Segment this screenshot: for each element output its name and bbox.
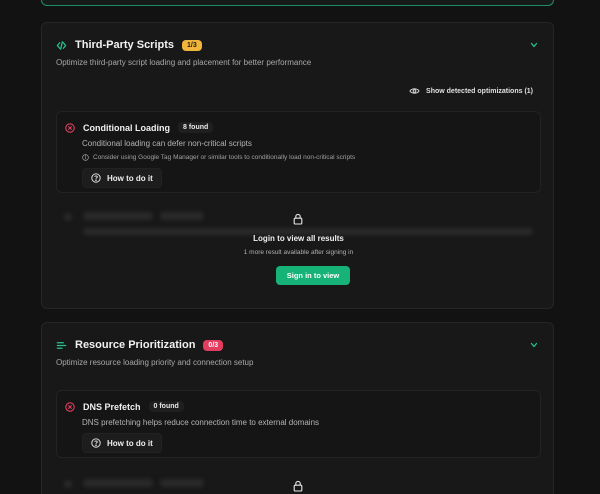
how-to-label: How to do it (107, 173, 153, 183)
info-icon (82, 154, 89, 161)
check-dns-prefetch: DNS Prefetch 0 found DNS prefetching hel… (56, 390, 541, 458)
blurred-placeholder (83, 479, 153, 487)
list-icon (56, 341, 67, 349)
check-description: Conditional loading can defer non-critic… (82, 139, 252, 148)
blurred-placeholder (160, 212, 204, 220)
blurred-placeholder (64, 480, 72, 488)
section-resource-prioritization: Resource Prioritization 0/3 Optimize res… (41, 322, 554, 494)
chevron-down-icon[interactable] (529, 340, 539, 350)
section-header[interactable]: Third-Party Scripts 1/3 (56, 37, 202, 53)
help-circle-icon (91, 173, 101, 183)
lock-icon (293, 480, 303, 492)
check-title: Conditional Loading (83, 122, 170, 133)
check-tip-text: Consider using Google Tag Manager or sim… (93, 154, 356, 161)
blurred-placeholder (160, 479, 204, 487)
login-title: Login to view all results (253, 234, 344, 243)
section-title: Third-Party Scripts (75, 39, 175, 51)
chevron-down-icon[interactable] (529, 40, 539, 50)
section-description: Optimize resource loading priority and c… (56, 358, 254, 367)
sign-in-button[interactable]: Sign in to view (276, 266, 350, 285)
score-badge: 1/3 (182, 39, 202, 51)
x-circle-icon (65, 401, 75, 412)
section-description: Optimize third-party script loading and … (56, 58, 312, 67)
found-count-badge: 8 found (178, 122, 214, 133)
score-badge: 0/3 (203, 339, 224, 351)
section-third-party-scripts: Third-Party Scripts 1/3 Optimize third-p… (41, 22, 554, 309)
show-detected-toggle[interactable]: Show detected optimizations (1) (409, 87, 533, 95)
section-header[interactable]: Resource Prioritization 0/3 (56, 337, 224, 353)
blurred-placeholder (83, 212, 153, 220)
how-to-do-it-button[interactable]: How to do it (82, 433, 162, 453)
code-icon (56, 40, 67, 50)
check-conditional-loading: Conditional Loading 8 found Conditional … (56, 111, 541, 193)
found-count-badge: 0 found (148, 401, 184, 412)
section-title: Resource Prioritization (75, 339, 196, 351)
previous-section-edge (41, 0, 554, 6)
how-to-do-it-button[interactable]: How to do it (82, 168, 162, 188)
lock-icon (293, 213, 303, 225)
check-tip: Consider using Google Tag Manager or sim… (82, 154, 355, 161)
check-title: DNS Prefetch (83, 401, 141, 412)
check-description: DNS prefetching helps reduce connection … (82, 418, 320, 427)
locked-results (56, 470, 541, 494)
show-detected-label: Show detected optimizations (1) (426, 87, 533, 95)
locked-results: Login to view all results 1 more result … (56, 203, 541, 303)
help-circle-icon (91, 438, 101, 448)
blurred-placeholder (64, 213, 72, 221)
how-to-label: How to do it (107, 438, 153, 448)
login-subtitle: 1 more result available after signing in (243, 249, 354, 256)
x-circle-icon (65, 122, 75, 133)
eye-icon (409, 88, 420, 94)
